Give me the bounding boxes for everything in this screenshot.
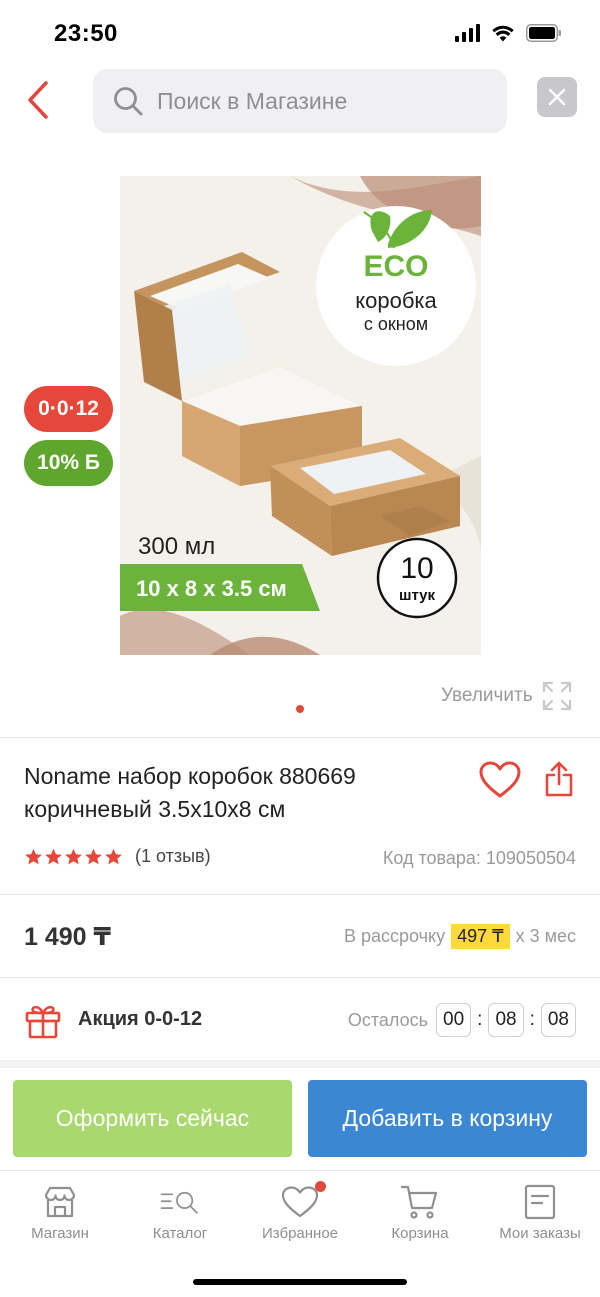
share-icon bbox=[545, 761, 573, 797]
bonus-badge: 10% Б bbox=[24, 440, 113, 486]
count-unit: штук bbox=[399, 587, 436, 604]
heart-icon bbox=[479, 761, 521, 798]
gallery-pager-dot[interactable] bbox=[296, 705, 304, 713]
tab-store-label: Магазин bbox=[31, 1225, 89, 1242]
rating[interactable]: (1 отзыв) bbox=[24, 846, 211, 867]
status-bar: 23:50 bbox=[0, 0, 600, 66]
star-icon bbox=[105, 848, 122, 864]
checkout-now-button[interactable]: Оформить сейчас bbox=[13, 1080, 292, 1157]
tab-cart[interactable]: Корзина bbox=[360, 1171, 480, 1260]
add-to-cart-button[interactable]: Добавить в корзину bbox=[308, 1080, 587, 1157]
search-icon bbox=[114, 87, 143, 116]
tab-catalog[interactable]: Каталог bbox=[120, 1171, 240, 1260]
wifi-icon bbox=[492, 25, 514, 41]
product-illustration: ECO коробка с окном 300 мл 10 x 8 x 3.5 … bbox=[120, 176, 481, 655]
zoom-label: Увеличить bbox=[441, 685, 533, 706]
promo-label[interactable]: Акция 0-0-12 bbox=[78, 1008, 202, 1031]
favorites-notification-dot bbox=[315, 1181, 326, 1192]
tab-orders[interactable]: Мои заказы bbox=[480, 1171, 600, 1260]
divider bbox=[0, 894, 600, 895]
star-icon bbox=[85, 848, 102, 864]
cellular-signal-icon bbox=[455, 24, 480, 42]
installment-badge: 0·0·12 bbox=[24, 386, 113, 432]
status-time: 23:50 bbox=[54, 20, 118, 47]
product-image[interactable]: ECO коробка с окном 300 мл 10 x 8 x 3.5 … bbox=[120, 176, 481, 655]
countdown-label: Осталось bbox=[347, 1009, 429, 1030]
volume-label: 300 мл bbox=[138, 533, 215, 560]
star-icon bbox=[45, 848, 62, 864]
zoom-button[interactable]: Увеличить bbox=[441, 680, 573, 712]
box-label-line1: коробка bbox=[355, 288, 437, 313]
countdown-minutes: 08 bbox=[488, 1003, 524, 1037]
eco-label: ECO bbox=[363, 250, 428, 283]
store-icon bbox=[40, 1183, 80, 1221]
search-placeholder: Поиск в Магазине bbox=[157, 87, 348, 114]
product-title: Noname набор коробок 880669 коричневый 3… bbox=[24, 763, 356, 822]
heart-icon bbox=[280, 1181, 326, 1221]
expand-icon bbox=[542, 681, 571, 711]
box-label-line2: с окном bbox=[364, 314, 428, 334]
installment-amount: 497 ₸ bbox=[451, 924, 510, 949]
header: Поиск в Магазине bbox=[0, 66, 600, 138]
star-icon bbox=[65, 848, 82, 864]
search-input[interactable]: Поиск в Магазине bbox=[93, 69, 507, 133]
orders-icon bbox=[520, 1183, 560, 1221]
star-icon bbox=[25, 848, 42, 864]
installment-info[interactable]: В рассрочку 497 ₸ x 3 мес bbox=[344, 924, 576, 949]
countdown-seconds: 08 bbox=[540, 1003, 576, 1037]
product-price: 1 490 ₸ bbox=[24, 923, 111, 951]
dimensions-label: 10 x 8 x 3.5 см bbox=[136, 576, 287, 601]
close-icon bbox=[548, 88, 566, 106]
divider bbox=[0, 977, 600, 978]
share-button[interactable] bbox=[544, 760, 584, 804]
countdown-hours: 00 bbox=[436, 1003, 472, 1037]
section-divider bbox=[0, 1060, 600, 1068]
divider bbox=[0, 737, 600, 738]
back-button[interactable] bbox=[18, 78, 58, 122]
gift-icon bbox=[25, 1005, 61, 1039]
tab-bar: Магазин Каталог Избранное Корзина Мои за… bbox=[0, 1170, 600, 1260]
status-icons bbox=[455, 24, 562, 42]
promo-countdown: Осталось 00 : 08 : 08 bbox=[348, 1003, 576, 1037]
tab-catalog-label: Каталог bbox=[152, 1225, 208, 1242]
tab-cart-label: Корзина bbox=[391, 1225, 449, 1242]
battery-icon bbox=[526, 24, 561, 42]
tab-store[interactable]: Магазин bbox=[0, 1171, 120, 1260]
tab-orders-label: Мои заказы bbox=[499, 1225, 581, 1242]
rating-stars bbox=[24, 848, 123, 866]
reviews-link[interactable]: (1 отзыв) bbox=[135, 846, 211, 867]
tab-favorites-label: Избранное bbox=[261, 1225, 339, 1242]
cart-icon bbox=[400, 1183, 440, 1221]
installment-suffix: x 3 мес bbox=[515, 926, 576, 946]
tab-favorites[interactable]: Избранное bbox=[240, 1171, 360, 1260]
close-button[interactable] bbox=[537, 77, 577, 117]
count-number: 10 bbox=[400, 552, 433, 585]
chevron-left-icon bbox=[28, 81, 48, 119]
favorite-button[interactable] bbox=[478, 760, 522, 804]
installment-prefix: В рассрочку bbox=[343, 926, 446, 946]
catalog-search-icon bbox=[160, 1183, 200, 1221]
home-indicator[interactable] bbox=[193, 1279, 407, 1285]
product-sku: Код товара: 109050504 bbox=[382, 848, 576, 868]
